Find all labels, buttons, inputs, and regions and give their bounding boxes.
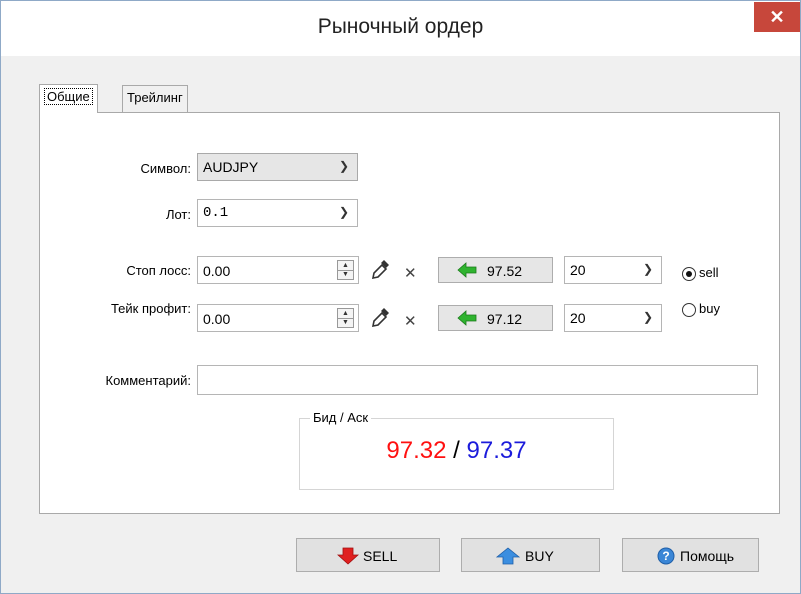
title-bar[interactable]: Рыночный ордер ✕ — [1, 1, 800, 56]
chevron-down-icon: ❯ — [642, 310, 653, 324]
take-profit-spinner[interactable]: ▲ ▼ — [337, 308, 354, 328]
radio-buy[interactable]: buy — [682, 301, 732, 319]
close-icon: ✕ — [769, 7, 785, 27]
take-profit-price: 97.12 — [487, 311, 523, 327]
arrow-left-icon — [457, 310, 477, 326]
stop-loss-value: 0.00 — [203, 263, 231, 279]
chevron-down-icon: ❯ — [642, 262, 653, 276]
bid-ask-group: Бид / Аск 97.32 / 97.37 — [299, 410, 614, 490]
tab-general[interactable]: Общие — [39, 84, 98, 113]
tab-trailing-stop[interactable]: Трейлинг стоп — [122, 85, 188, 129]
comment-label: Комментарий: — [105, 373, 192, 388]
sell-label: SELL — [363, 548, 398, 564]
lot-label: Лот: — [165, 207, 191, 222]
arrow-down-icon — [337, 547, 359, 565]
help-button[interactable]: ? Помощь — [622, 538, 759, 572]
take-profit-value: 0.00 — [203, 311, 231, 327]
help-label: Помощь — [680, 548, 735, 564]
order-dialog: Рыночный ордер ✕ Общие Трейлинг стоп Сим… — [0, 0, 801, 594]
radio-selected-dot — [686, 271, 692, 277]
chevron-down-icon: ❯ — [338, 205, 349, 219]
chevron-down-icon: ❯ — [338, 159, 349, 173]
clear-icon[interactable]: ✕ — [404, 264, 417, 282]
take-profit-price-button[interactable]: 97.12 — [438, 305, 553, 331]
stop-loss-points-select[interactable]: 20 ❯ — [564, 256, 662, 284]
stop-loss-points: 20 — [570, 262, 586, 278]
bid-ask-title: Бид / Аск — [310, 410, 372, 425]
stop-loss-input[interactable]: 0.00 ▲ ▼ — [197, 256, 359, 284]
svg-text:?: ? — [662, 549, 669, 563]
bid-ask-separator: / — [446, 437, 467, 464]
clear-icon[interactable]: ✕ — [404, 312, 417, 330]
take-profit-points-select[interactable]: 20 ❯ — [564, 304, 662, 332]
buy-label: BUY — [525, 548, 554, 564]
arrow-up-icon — [496, 547, 520, 565]
stop-loss-label: Стоп лосс: — [126, 263, 191, 278]
take-profit-input[interactable]: 0.00 ▲ ▼ — [197, 304, 359, 332]
close-button[interactable]: ✕ — [754, 2, 800, 32]
arrow-left-icon — [457, 262, 477, 278]
eyedropper-icon[interactable] — [371, 306, 391, 328]
radio-circle — [682, 267, 696, 281]
lot-value: 0.1 — [203, 205, 229, 221]
take-profit-label: Тейк профит: — [110, 301, 191, 316]
sell-button[interactable]: SELL — [296, 538, 440, 572]
symbol-label: Символ: — [140, 161, 192, 176]
help-icon: ? — [657, 547, 675, 565]
spin-down-icon[interactable]: ▼ — [338, 318, 353, 327]
symbol-value: AUDJPY — [203, 159, 259, 175]
comment-input[interactable] — [197, 365, 758, 395]
radio-sell-label: sell — [699, 265, 719, 280]
bid-price: 97.32 — [386, 437, 447, 464]
buy-button[interactable]: BUY — [461, 538, 600, 572]
radio-sell[interactable]: sell — [682, 265, 732, 283]
eyedropper-icon[interactable] — [371, 258, 391, 280]
radio-circle — [682, 303, 696, 317]
ask-price: 97.37 — [466, 437, 527, 464]
stop-loss-spinner[interactable]: ▲ ▼ — [337, 260, 354, 280]
lot-select[interactable]: 0.1 ❯ — [197, 199, 358, 227]
stop-loss-price-button[interactable]: 97.52 — [438, 257, 553, 283]
symbol-select[interactable]: AUDJPY ❯ — [197, 153, 358, 181]
tab-general-label: Общие — [44, 88, 93, 105]
spin-down-icon[interactable]: ▼ — [338, 270, 353, 279]
bid-ask-display: 97.32 / 97.37 — [300, 437, 613, 465]
window-title: Рыночный ордер — [317, 15, 484, 38]
stop-loss-price: 97.52 — [487, 263, 523, 279]
take-profit-points: 20 — [570, 310, 586, 326]
radio-buy-label: buy — [699, 301, 720, 316]
